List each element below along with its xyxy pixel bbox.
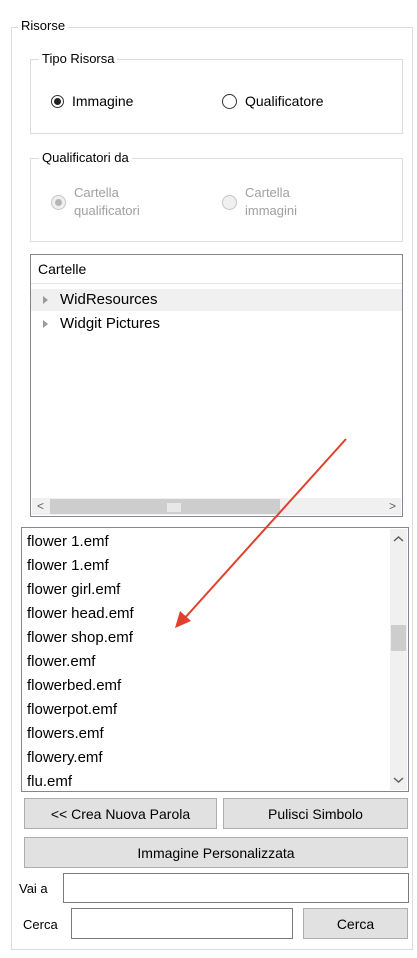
vai-a-input[interactable] [63,873,409,903]
horizontal-scrollbar[interactable]: < > [32,498,401,515]
list-item[interactable]: flower girl.emf [27,578,120,602]
vai-a-label: Vai a [19,881,48,896]
risorse-legend: Risorse [18,19,69,33]
file-list[interactable]: flower 1.emf flower 1.emf flower girl.emf f… [21,527,409,792]
list-item[interactable]: flowers.emf [27,722,104,746]
tree-item-widgit-pictures[interactable]: Widgit Pictures [31,313,402,335]
pulisci-simbolo-button[interactable]: Pulisci Simbolo [223,798,408,829]
radio-dot-icon [54,97,61,105]
scroll-up-icon[interactable] [393,535,404,543]
option-line-1: Cartella [74,185,119,200]
qualificatori-da-legend: Qualificatori da [39,151,132,165]
radio-qualificatore-label: Qualificatore [245,93,324,109]
scroll-right-button[interactable]: > [384,498,401,515]
radio-cartella-qualificatori[interactable]: Cartella qualificatori [51,184,140,220]
list-item[interactable]: flower 1.emf [27,530,109,554]
folders-tree[interactable]: Cartelle WidResources Widgit Pictures < … [30,254,403,517]
tipo-risorsa-legend: Tipo Risorsa [39,52,118,66]
list-item[interactable]: flower 1.emf [27,554,109,578]
radio-cartella-immagini-label: Cartella immagini [245,184,297,220]
cerca-input[interactable] [71,908,293,939]
list-item[interactable]: flowerpot.emf [27,698,117,722]
tree-item-label: Widgit Pictures [60,315,161,332]
cerca-label: Cerca [23,917,58,932]
scrollbar-thumb[interactable] [50,499,280,514]
list-item[interactable]: flower.emf [27,650,95,674]
expand-arrow-icon[interactable] [43,296,48,304]
radio-cartella-immagini[interactable]: Cartella immagini [222,184,297,220]
scroll-grip-icon [167,503,181,512]
immagine-personalizzata-button[interactable]: Immagine Personalizzata [24,837,408,868]
list-item[interactable]: flowerbed.emf [27,674,121,698]
radio-cartella-qualificatori-label: Cartella qualificatori [74,184,140,220]
cerca-button[interactable]: Cerca [303,908,408,939]
expand-arrow-icon[interactable] [43,320,48,328]
scroll-left-button[interactable]: < [32,498,49,515]
radio-circle-icon [51,94,64,108]
option-line-2: qualificatori [74,203,140,218]
list-item[interactable]: flower shop.emf [27,626,133,650]
radio-circle-icon [222,194,237,210]
scroll-down-icon[interactable] [393,776,404,784]
radio-immagine-label: Immagine [72,93,134,109]
option-line-2: immagini [245,203,298,218]
list-item[interactable]: flowery.emf [27,746,103,770]
tree-item-label: WidResources [60,291,158,308]
list-item[interactable]: flower head.emf [27,602,134,626]
vertical-scrollbar[interactable] [390,529,407,790]
scrollbar-thumb[interactable] [391,625,406,651]
radio-circle-icon [222,93,237,109]
radio-qualificatore[interactable]: Qualificatore [222,93,324,109]
list-item[interactable]: flu.emf [27,770,72,791]
tree-item-widresources[interactable]: WidResources [31,289,402,311]
radio-circle-icon [51,194,66,210]
folders-header: Cartelle [31,255,402,284]
radio-dot-icon [55,198,62,206]
crea-nuova-parola-button[interactable]: << Crea Nuova Parola [24,798,217,829]
option-line-1: Cartella [245,185,290,200]
radio-immagine[interactable]: Immagine [51,93,133,109]
